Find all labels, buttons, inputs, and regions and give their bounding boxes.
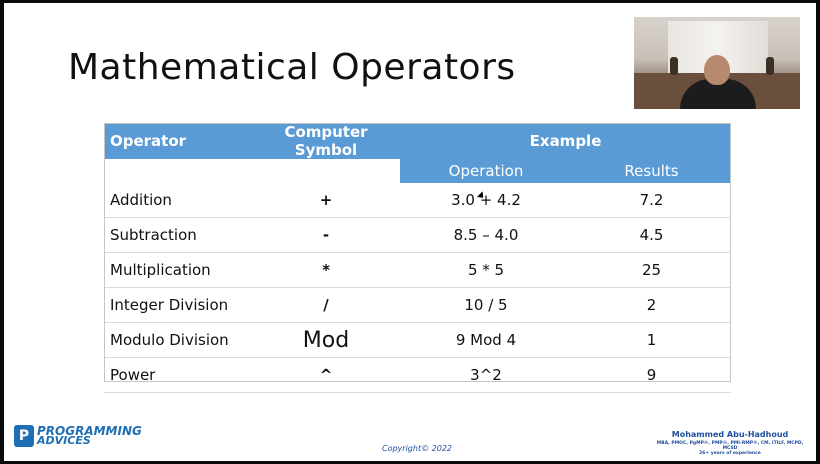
header-example: Example — [400, 123, 732, 159]
table-row: Multiplication * 5 * 5 25 — [104, 252, 732, 288]
table-row: Subtraction - 8.5 – 4.0 4.5 — [104, 217, 732, 253]
table-row: Power ^ 3^2 9 — [104, 357, 732, 393]
table-row: Integer Division / 10 / 5 2 — [104, 287, 732, 323]
presenter-head — [704, 55, 730, 85]
table-subheader-row: Operation Results — [104, 159, 732, 183]
operator-name: Subtraction — [104, 217, 252, 253]
webcam-background-statue — [766, 57, 774, 75]
presenter-webcam-feed — [634, 17, 800, 109]
operators-table: Operator Computer Symbol Example Operati… — [104, 123, 732, 393]
operator-symbol: / — [252, 287, 400, 323]
example-operation: 10 / 5 — [400, 287, 572, 323]
subheader-blank — [104, 159, 252, 183]
operator-name: Multiplication — [104, 252, 252, 288]
author-credentials: MBA, PMOC, PgMP®, PMP®, PMI-RMP®, CM, IT… — [656, 441, 804, 451]
operator-symbol: Mod — [252, 322, 400, 358]
operator-symbol: * — [252, 252, 400, 288]
example-result: 2 — [572, 287, 732, 323]
example-result: 1 — [572, 322, 732, 358]
author-block: Mohammed Abu-Hadhoud MBA, PMOC, PgMP®, P… — [650, 430, 810, 456]
operator-name: Modulo Division — [104, 322, 252, 358]
copyright-text: Copyright© 2022 — [382, 444, 452, 453]
example-result: 4.5 — [572, 217, 732, 253]
example-result: 7.2 — [572, 183, 732, 218]
header-results: Results — [572, 159, 732, 183]
operator-symbol: + — [252, 183, 400, 218]
operator-name: Addition — [104, 183, 252, 218]
example-operation: 9 Mod 4 — [400, 322, 572, 358]
logo-mark-icon: P — [14, 425, 34, 447]
webcam-background-statue — [670, 57, 678, 75]
example-operation: 5 * 5 — [400, 252, 572, 288]
example-result: 9 — [572, 357, 732, 393]
example-operation: 8.5 – 4.0 — [400, 217, 572, 253]
example-result: 25 — [572, 252, 732, 288]
slide-title: Mathematical Operators — [68, 47, 516, 88]
operator-name: Integer Division — [104, 287, 252, 323]
author-experience: 26+ years of experience — [699, 451, 761, 456]
programming-advices-logo: P PROGRAMMING ADVICES — [14, 425, 142, 447]
operator-name: Power — [104, 357, 252, 393]
operator-symbol: ^ — [252, 357, 400, 393]
example-operation: 3.0 + 4.2 — [400, 183, 572, 218]
table-row: Modulo Division Mod 9 Mod 4 1 — [104, 322, 732, 358]
example-operation: 3^2 — [400, 357, 572, 393]
header-operator: Operator — [104, 123, 252, 159]
subheader-blank — [252, 159, 400, 183]
table-row: Addition + 3.0 + 4.2 7.2 — [104, 183, 732, 218]
author-name: Mohammed Abu-Hadhoud — [671, 430, 789, 439]
header-computer-symbol: Computer Symbol — [252, 123, 400, 159]
table-header-row: Operator Computer Symbol Example — [104, 123, 732, 159]
header-operation: Operation — [400, 159, 572, 183]
operator-symbol: - — [252, 217, 400, 253]
